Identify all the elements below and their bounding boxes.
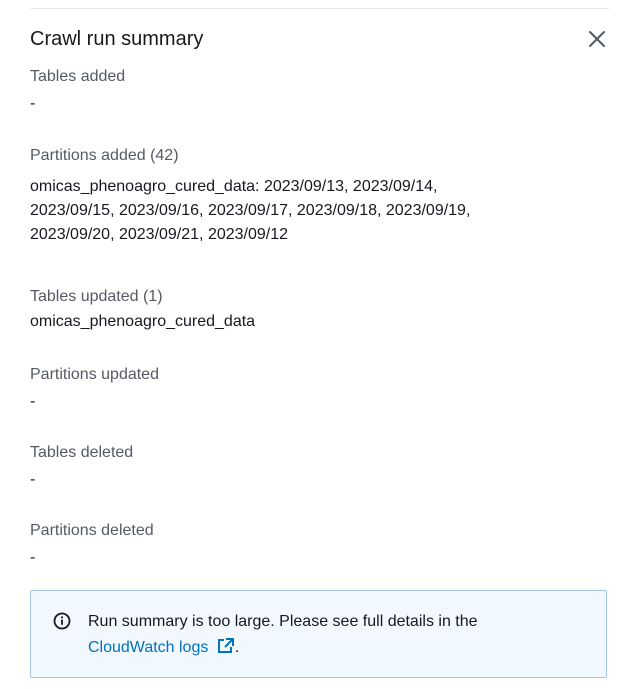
alert-message: Run summary is too large. Please see ful… [88,609,588,661]
cloudwatch-logs-link[interactable]: CloudWatch logs [88,638,235,656]
partitions-added-label: Partitions added (42) [30,147,179,164]
external-link-icon [217,638,234,653]
tables-deleted-value: - [30,471,36,488]
close-button[interactable] [586,28,608,50]
tables-updated-label: Tables updated (1) [30,288,163,305]
partitions-updated-value: - [30,393,36,410]
panel-title: Crawl run summary [30,28,204,50]
tables-deleted-label: Tables deleted [30,444,134,461]
partitions-added-value: omicas_phenoagro_cured_data: 2023/09/13,… [30,175,600,247]
partitions-updated-section: Partitions updated - [30,364,600,414]
alert-trailing: . [234,639,240,656]
alert-text: Run summary is too large. Please see ful… [88,613,478,630]
tables-added-section: Tables added - [30,66,600,116]
tables-added-value: - [30,95,36,112]
tables-added-label: Tables added [30,68,126,85]
partitions-deleted-section: Partitions deleted - [30,520,600,570]
partitions-updated-label: Partitions updated [30,366,159,383]
tables-updated-value: omicas_phenoagro_cured_data [30,313,256,330]
partitions-added-line: omicas_phenoagro_cured_data: 2023/09/13,… [30,178,438,195]
partitions-added-line: 2023/09/20, 2023/09/21, 2023/09/12 [30,226,289,243]
close-icon [589,31,605,47]
top-divider [30,8,609,9]
partitions-deleted-value: - [30,549,36,566]
info-alert: Run summary is too large. Please see ful… [30,590,607,678]
partitions-added-line: 2023/09/15, 2023/09/16, 2023/09/17, 2023… [30,202,471,219]
partitions-deleted-label: Partitions deleted [30,522,154,539]
tables-deleted-section: Tables deleted - [30,442,600,492]
cloudwatch-logs-link-label: CloudWatch logs [88,639,209,656]
panel-header: Crawl run summary [30,26,610,56]
tables-updated-section: Tables updated (1) omicas_phenoagro_cure… [30,286,600,334]
info-icon [53,612,71,630]
partitions-added-section: Partitions added (42) omicas_phenoagro_c… [30,145,600,247]
